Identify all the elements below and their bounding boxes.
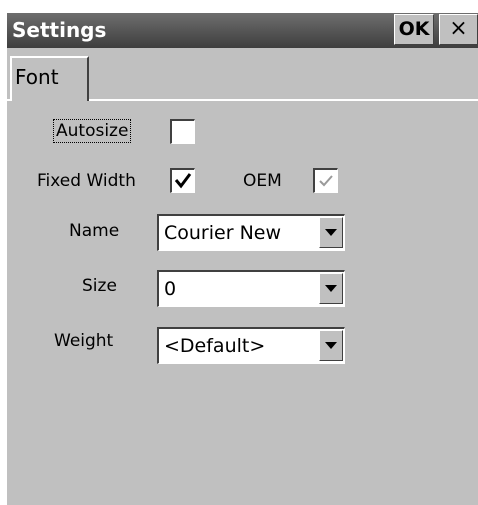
chevron-down-icon	[325, 229, 337, 236]
name-label: Name	[69, 221, 120, 241]
oem-checkbox[interactable]	[313, 168, 338, 193]
chevron-down-icon	[325, 285, 337, 292]
weight-select-value: <Default>	[164, 335, 266, 357]
title-bar: Settings OK ×	[7, 13, 478, 48]
weight-select[interactable]: <Default>	[157, 327, 345, 364]
size-label: Size	[82, 276, 117, 296]
autosize-label[interactable]: Autosize	[52, 119, 132, 143]
window-title: Settings	[12, 18, 107, 42]
name-dropdown-button[interactable]	[319, 217, 343, 248]
fixed-width-checkbox[interactable]	[170, 168, 195, 193]
checkmark-icon	[174, 173, 192, 189]
name-select[interactable]: Courier New	[157, 214, 345, 251]
weight-dropdown-button[interactable]	[319, 330, 343, 361]
checkmark-icon	[319, 175, 333, 187]
weight-label: Weight	[54, 331, 114, 351]
name-select-value: Courier New	[164, 222, 282, 244]
size-select[interactable]: 0	[157, 270, 345, 307]
tab-font[interactable]: Font	[10, 56, 89, 101]
settings-dialog: Settings OK × Font Autosize Fixed Width …	[7, 13, 478, 505]
fixed-width-label: Fixed Width	[37, 171, 136, 191]
close-button[interactable]: ×	[439, 14, 478, 45]
size-dropdown-button[interactable]	[319, 273, 343, 304]
chevron-down-icon	[325, 342, 337, 349]
oem-label: OEM	[243, 171, 282, 191]
autosize-checkbox[interactable]	[170, 119, 195, 144]
size-select-value: 0	[164, 278, 177, 300]
ok-button[interactable]: OK	[394, 14, 434, 45]
